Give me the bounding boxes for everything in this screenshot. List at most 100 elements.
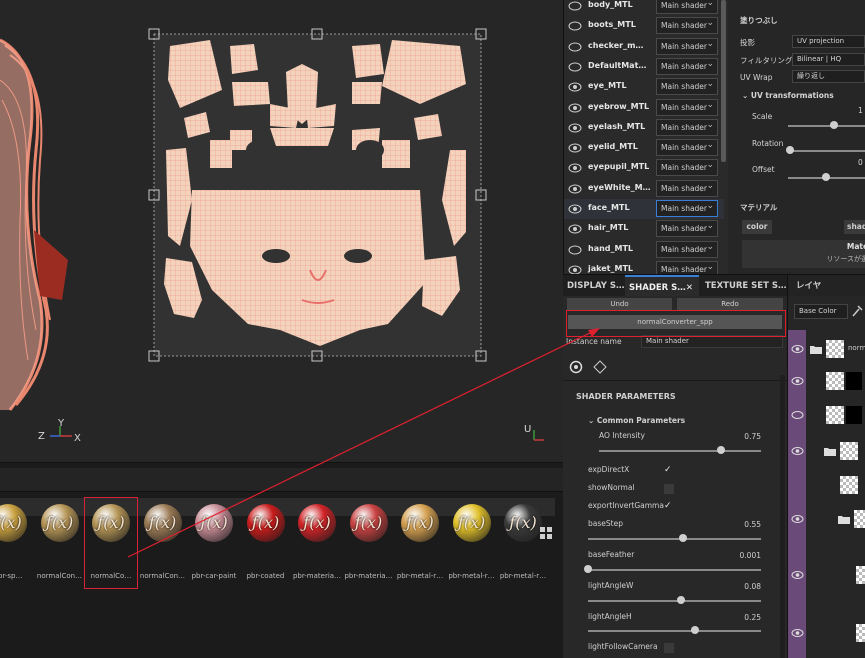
ao-intensity-slider-track[interactable] bbox=[599, 450, 761, 452]
visibility-eye-icon[interactable] bbox=[568, 182, 582, 196]
layer-row[interactable] bbox=[788, 508, 865, 534]
texture-set-row[interactable]: eyelid_MTL Main shader bbox=[564, 138, 724, 158]
visibility-eye-icon[interactable] bbox=[568, 101, 582, 115]
shelf-item[interactable]: ƒ(x) pbr-metal-r… bbox=[497, 498, 549, 588]
tab-display-settings[interactable]: DISPLAY S… bbox=[567, 275, 625, 297]
visibility-eye-icon[interactable] bbox=[568, 222, 582, 236]
base-step-slider-track[interactable] bbox=[588, 538, 761, 540]
texture-set-row[interactable]: eyepupil_MTL Main shader bbox=[564, 158, 724, 178]
shelf-item[interactable]: ƒ(x) normalCon… bbox=[34, 498, 86, 588]
layer-row[interactable]: norm bbox=[788, 338, 865, 364]
blend-mode-select[interactable]: Base Color bbox=[794, 304, 848, 319]
filtering-select[interactable]: Bilinear | HQ bbox=[792, 53, 865, 66]
texture-set-row[interactable]: body_MTL Main shader bbox=[564, 0, 724, 16]
shader-dropdown[interactable]: Main shader bbox=[656, 118, 718, 136]
texture-set-row[interactable]: boots_MTL Main shader bbox=[564, 16, 724, 36]
layer-visibility-icon[interactable] bbox=[791, 514, 804, 524]
shelf-item[interactable]: ƒ(x) pbr-metal-r… bbox=[394, 498, 446, 588]
layer-row[interactable] bbox=[788, 564, 865, 590]
light-follow-camera-checkbox[interactable] bbox=[664, 643, 674, 653]
show-normal-checkbox[interactable] bbox=[664, 484, 674, 494]
shader-panel-scrollbar[interactable] bbox=[780, 375, 785, 658]
scale-slider-knob[interactable] bbox=[830, 121, 838, 129]
tab-texture-set-settings[interactable]: TEXTURE SET S… bbox=[705, 275, 786, 297]
shelf-item[interactable]: ƒ(x) pbr-materia… bbox=[291, 498, 343, 588]
texture-set-row[interactable]: checker_m… Main shader bbox=[564, 37, 724, 57]
texture-set-row[interactable]: face_MTL Main shader bbox=[564, 199, 724, 219]
light-angle-h-slider-knob[interactable] bbox=[691, 626, 700, 634]
layer-tools-icon[interactable] bbox=[850, 304, 864, 318]
viewport-2d-uv[interactable]: U bbox=[120, 0, 563, 462]
shader-dropdown[interactable]: Main shader bbox=[656, 37, 718, 55]
offset-slider-knob[interactable] bbox=[822, 173, 830, 181]
material-list-scrollbar[interactable] bbox=[721, 0, 726, 162]
texture-set-row[interactable]: eye_MTL Main shader bbox=[564, 77, 724, 97]
visibility-eye-icon[interactable] bbox=[568, 80, 582, 94]
shader-layout-icon[interactable] bbox=[593, 360, 607, 374]
base-feather-slider-track[interactable] bbox=[588, 569, 761, 571]
shader-dropdown[interactable]: Main shader bbox=[656, 77, 718, 96]
visibility-eye-icon[interactable] bbox=[568, 141, 582, 155]
texture-set-row[interactable]: eyebrow_MTL Main shader bbox=[564, 98, 724, 118]
shader-dropdown[interactable]: Main shader bbox=[656, 0, 718, 14]
visibility-eye-icon[interactable] bbox=[568, 40, 582, 54]
shelf-item[interactable]: ƒ(x) normalCon… bbox=[137, 498, 189, 588]
light-angle-w-slider-knob[interactable] bbox=[677, 596, 686, 604]
shader-dropdown[interactable]: Main shader bbox=[656, 98, 718, 116]
shelf-item[interactable]: ƒ(x) normalCo… bbox=[84, 497, 138, 589]
shader-dropdown[interactable]: Main shader bbox=[656, 16, 718, 35]
grid-view-icon[interactable] bbox=[540, 527, 552, 539]
rotation-slider-track[interactable] bbox=[788, 150, 865, 152]
uv-transformations-title[interactable]: ⌄ UV transformations bbox=[742, 91, 834, 100]
ao-intensity-slider-knob[interactable] bbox=[716, 446, 725, 454]
shader-dropdown[interactable]: Main shader bbox=[656, 57, 718, 75]
base-step-slider-knob[interactable] bbox=[679, 534, 688, 542]
exp-direct-x-checkbox[interactable]: ✓ bbox=[664, 465, 672, 475]
shelf-item[interactable]: ƒ(x) pbr-metal-r… bbox=[446, 498, 498, 588]
base-feather-slider-knob[interactable] bbox=[584, 565, 593, 573]
light-angle-w-slider-track[interactable] bbox=[588, 600, 761, 602]
visibility-eye-icon[interactable] bbox=[568, 19, 582, 33]
layer-visibility-icon[interactable] bbox=[791, 344, 804, 354]
rotation-slider-knob[interactable] bbox=[786, 146, 794, 154]
visibility-eye-icon[interactable] bbox=[568, 0, 582, 13]
layer-visibility-icon[interactable] bbox=[791, 410, 804, 420]
visibility-eye-icon[interactable] bbox=[568, 161, 582, 175]
common-parameters-toggle[interactable]: ⌄ Common Parameters bbox=[588, 416, 685, 425]
export-invert-gamma-checkbox[interactable]: ✓ bbox=[664, 501, 672, 511]
visibility-eye-icon[interactable] bbox=[568, 60, 582, 74]
shelf-item[interactable]: ƒ(x) pbr-sp… bbox=[0, 498, 34, 588]
shader-params-icon[interactable] bbox=[569, 360, 583, 374]
visibility-eye-icon[interactable] bbox=[568, 202, 582, 216]
layer-row[interactable] bbox=[788, 440, 865, 466]
shader-dropdown[interactable]: Main shader bbox=[656, 199, 718, 217]
shader-dropdown[interactable]: Main shader bbox=[656, 219, 718, 238]
layer-visibility-icon[interactable] bbox=[791, 446, 804, 456]
viewport-3d[interactable]: Y Z X bbox=[0, 0, 120, 462]
visibility-eye-icon[interactable] bbox=[568, 243, 582, 257]
redo-button[interactable]: Redo bbox=[677, 298, 783, 310]
shelf-item[interactable]: ƒ(x) pbr-car-paint bbox=[188, 498, 240, 588]
shader-dropdown[interactable]: Main shader bbox=[656, 158, 718, 177]
shader-dropdown[interactable]: Main shader bbox=[656, 179, 718, 197]
layer-row[interactable] bbox=[788, 404, 865, 430]
layer-row[interactable] bbox=[788, 370, 865, 396]
visibility-eye-icon[interactable] bbox=[568, 121, 582, 135]
texture-set-row[interactable]: eyelash_MTL Main shader bbox=[564, 118, 724, 138]
color-button[interactable]: color bbox=[742, 220, 772, 234]
texture-set-row[interactable]: hair_MTL Main shader bbox=[564, 219, 724, 239]
shader-dropdown[interactable]: Main shader bbox=[656, 240, 718, 258]
undo-button[interactable]: Undo bbox=[567, 298, 672, 310]
texture-set-row[interactable]: eyeWhite_M… Main shader bbox=[564, 179, 724, 199]
light-angle-h-slider-track[interactable] bbox=[588, 630, 761, 632]
shader-dropdown[interactable]: Main shader bbox=[656, 138, 718, 157]
texture-set-row[interactable]: hand_MTL Main shader bbox=[564, 240, 724, 260]
tab-shader-settings[interactable]: SHADER S… ✕ bbox=[625, 275, 699, 297]
layer-row[interactable] bbox=[788, 622, 865, 648]
shelf-item[interactable]: ƒ(x) pbr-coated bbox=[240, 498, 292, 588]
shelf-item[interactable]: ƒ(x) pbr-materia… bbox=[343, 498, 395, 588]
texture-set-row[interactable]: DefaultMat… Main shader bbox=[564, 57, 724, 77]
shader-button[interactable]: shad bbox=[844, 220, 865, 234]
tab-layers[interactable]: レイヤ bbox=[787, 275, 865, 297]
layer-row[interactable] bbox=[788, 474, 865, 500]
